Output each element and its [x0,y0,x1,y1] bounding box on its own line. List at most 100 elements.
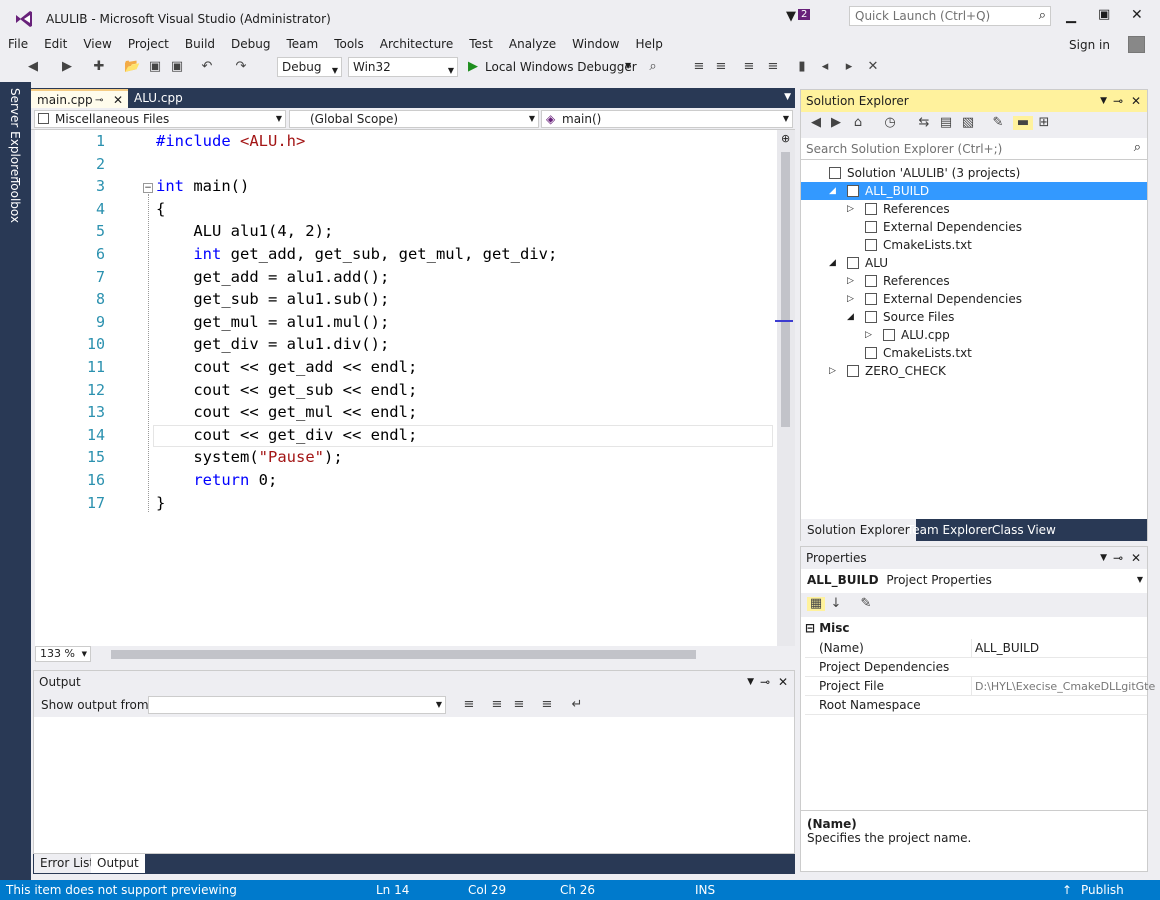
expander-icon[interactable]: ▷ [847,272,854,290]
class-diagram-icon[interactable]: ⊞ [1037,116,1051,130]
expander-icon[interactable]: ▷ [847,290,854,308]
account-avatar[interactable] [1128,36,1145,53]
expander-icon[interactable]: ◢ [829,182,836,200]
toolbox-tab[interactable]: Toolbox [8,178,22,223]
code-line[interactable]: get_mul = alu1.mul(); [156,313,389,331]
find-message-icon[interactable]: ≡ [462,698,476,712]
zoom-select[interactable]: 133 % ▼ [35,646,91,662]
property-value[interactable]: ALL_BUILD [971,639,1039,658]
horizontal-scroll-thumb[interactable] [111,650,696,659]
code-line[interactable]: cout << get_add << endl; [156,358,417,376]
project-select[interactable]: Miscellaneous Files ▼ [34,110,286,128]
menu-item-analyze[interactable]: Analyze [501,34,564,54]
notification-badge[interactable]: 2 [798,9,811,20]
show-all-files-icon[interactable]: ▧ [961,116,975,130]
properties-icon[interactable]: ✎ [991,116,1005,130]
code-line[interactable]: get_div = alu1.div(); [156,335,389,353]
code-line[interactable]: cout << get_sub << endl; [156,381,417,399]
menu-item-help[interactable]: Help [628,34,671,54]
code-line[interactable]: get_add = alu1.add(); [156,268,389,286]
bookmark-next-icon[interactable]: ▸ [842,60,856,74]
properties-object-select[interactable]: ALL_BUILD Project Properties ▼ [801,569,1147,591]
property-row[interactable]: Project File D:\HYL\Execise_CmakeDLLgitGt… [805,677,1155,696]
comment-icon[interactable]: ≡ [742,60,756,74]
property-pages-icon[interactable]: ✎ [859,597,873,611]
code-line[interactable]: get_sub = alu1.sub(); [156,290,389,308]
forward-icon[interactable]: ▶ [829,116,843,130]
menu-item-build[interactable]: Build [177,34,223,54]
expander-icon[interactable]: ▷ [829,362,836,380]
menu-item-debug[interactable]: Debug [223,34,278,54]
tree-item[interactable]: ◢ ALL_BUILD [801,182,1147,200]
preview-icon[interactable]: ▬ [1013,116,1033,130]
menu-item-test[interactable]: Test [461,34,501,54]
back-icon[interactable]: ◀ [809,116,823,130]
code-line[interactable]: { [156,200,165,218]
close-panel-icon[interactable]: ✕ [778,671,788,693]
property-row[interactable]: Project Dependencies [805,658,1147,677]
configuration-select[interactable]: Debug ▼ [277,57,342,77]
publish-icon[interactable]: ↑ [1062,880,1072,900]
format-icon[interactable]: ≡ [692,60,706,74]
pin-icon[interactable]: ⊸ [760,671,770,693]
tree-item[interactable]: ▷ External Dependencies [801,290,1147,308]
history-icon[interactable]: ◷ [883,116,897,130]
pin-icon[interactable]: ⊸ [1113,547,1123,569]
tree-item[interactable]: ▷ ALU.cpp [801,326,1147,344]
collapse-toggle-icon[interactable]: − [143,183,153,193]
uncomment-icon[interactable]: ≡ [766,60,780,74]
bookmark-prev-icon[interactable]: ◂ [818,60,832,74]
tab-dropdown-icon[interactable]: ▼ [784,92,791,102]
code-line[interactable]: cout << get_div << endl; [156,426,417,444]
tree-item[interactable]: Solution 'ALULIB' (3 projects) [801,164,1147,182]
bookmark-clear-icon[interactable]: ✕ [866,60,880,74]
scroll-thumb[interactable] [781,152,790,427]
save-icon[interactable]: ▣ [148,60,162,74]
undo-icon[interactable]: ↶ [200,60,214,74]
property-value[interactable]: D:\HYL\Execise_CmakeDLLgitGte [971,677,1155,696]
output-source-select[interactable]: ▼ [148,696,446,714]
code-editor[interactable]: − 1 #include <ALU.h> 2 3 int main() 4 {5 ALU a… [35,130,777,646]
code-line[interactable]: } [156,494,165,512]
home-icon[interactable]: ⌂ [851,116,865,130]
code-line[interactable]: int get_add, get_sub, get_mul, get_div; [156,245,557,263]
menu-item-view[interactable]: View [75,34,119,54]
pin-icon[interactable]: ⊸ [1113,90,1123,112]
tree-item[interactable]: ◢ ALU [801,254,1147,272]
code-line[interactable]: system("Pause"); [156,448,342,466]
chevron-down-icon[interactable]: ▼ [747,671,754,693]
property-row[interactable]: Root Namespace [805,696,1147,715]
close-panel-icon[interactable]: ✕ [1131,90,1141,112]
tree-item[interactable]: ▷ ZERO_CHECK [801,362,1147,380]
next-message-icon[interactable]: ≡ [512,698,526,712]
redo-icon[interactable]: ↷ [234,60,248,74]
editor-vertical-scrollbar[interactable]: ⊕ [775,130,795,646]
open-icon[interactable]: 📂 [124,60,140,74]
chevron-down-icon[interactable]: ▼ [1100,547,1107,569]
tree-item[interactable]: ▷ References [801,272,1147,290]
menu-item-project[interactable]: Project [120,34,177,54]
expander-icon[interactable]: ▷ [865,326,872,344]
code-line[interactable]: ALU alu1(4, 2); [156,222,333,240]
collapse-all-icon[interactable]: ▤ [939,116,953,130]
word-wrap-icon[interactable]: ↵ [570,698,584,712]
menu-item-tools[interactable]: Tools [326,34,372,54]
code-line[interactable]: int main() [156,177,249,195]
new-project-icon[interactable]: ✚ [92,60,106,74]
save-all-icon[interactable]: ▣ [170,60,184,74]
tab-team-explorer[interactable]: Team Explorer [901,519,999,541]
minimize-button[interactable]: ▁ [1066,9,1076,24]
bookmark-icon[interactable]: ▮ [795,60,809,74]
alphabetical-icon[interactable]: ↓ [829,597,843,611]
tree-item[interactable]: External Dependencies [801,218,1147,236]
tab-output[interactable]: Output [91,854,145,873]
menu-item-architecture[interactable]: Architecture [372,34,461,54]
maximize-button[interactable]: ▣ [1098,7,1110,22]
expander-icon[interactable]: ◢ [847,308,854,326]
server-explorer-tab[interactable]: Server Explorer [8,88,22,181]
back-icon[interactable]: ◀ [26,60,40,74]
format-icon[interactable]: ≡ [714,60,728,74]
prev-message-icon[interactable]: ≡ [490,698,504,712]
find-icon[interactable]: ⌕ [646,60,660,74]
expander-icon[interactable]: ▷ [847,200,854,218]
